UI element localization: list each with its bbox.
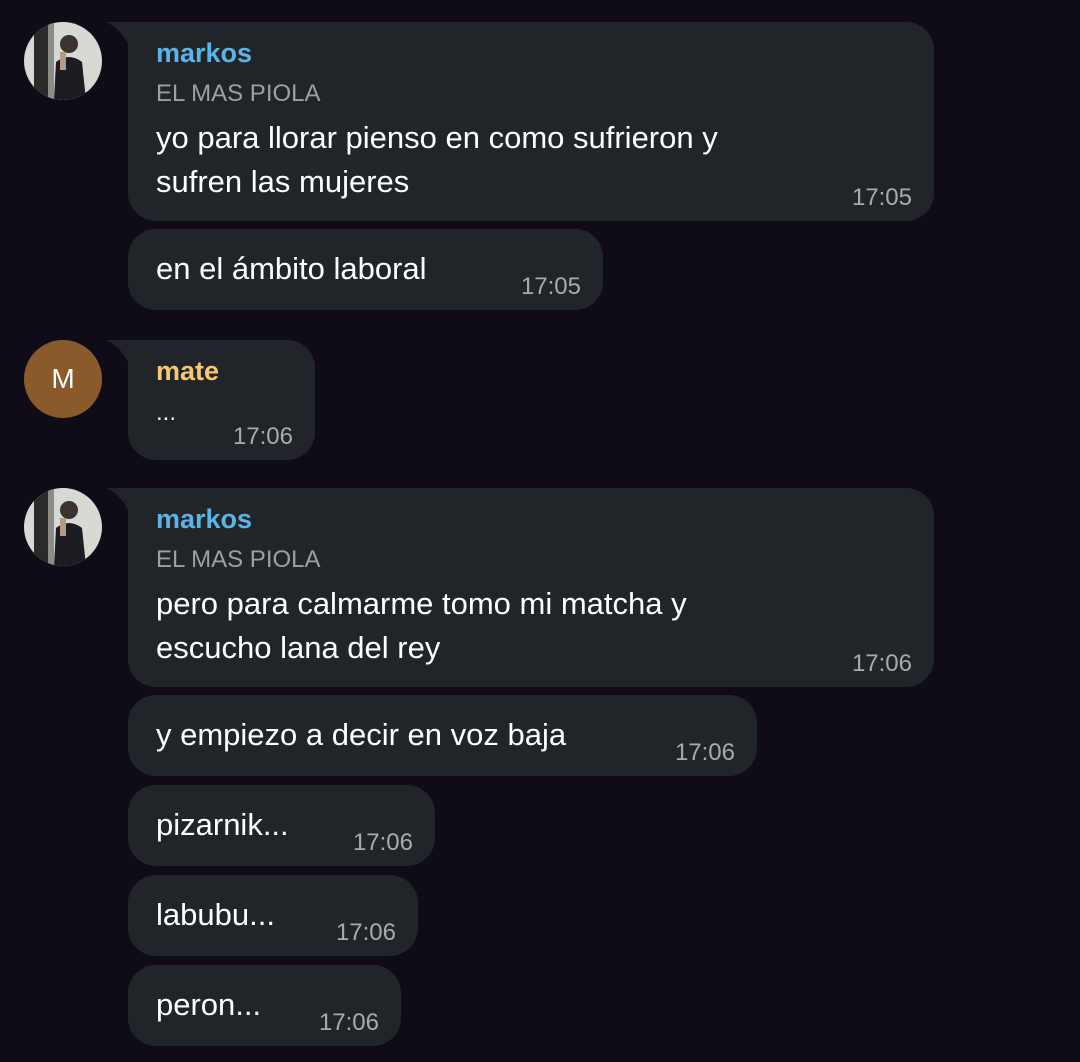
- message-bubble[interactable]: markos EL MAS PIOLA yo para llorar piens…: [106, 22, 934, 221]
- message-time: 17:06: [335, 919, 396, 946]
- message-bubble[interactable]: pizarnik... 17:06: [128, 785, 435, 866]
- message-text: en el ámbito laboral: [156, 251, 427, 286]
- message-time: 17:06: [674, 739, 735, 766]
- message-text: ...: [156, 399, 177, 426]
- message-bubble[interactable]: en el ámbito laboral 17:05: [128, 229, 603, 310]
- chat-area: markos EL MAS PIOLA yo para llorar piens…: [0, 0, 1080, 1062]
- message-bubble[interactable]: mate ... 17:06: [106, 340, 315, 460]
- message-text: pero para calmarme tomo mi matcha y escu…: [156, 586, 687, 665]
- bubble-tail: [106, 22, 128, 44]
- message-text: yo para llorar pienso en como sufrieron …: [156, 120, 718, 199]
- message-time: 17:06: [318, 1009, 379, 1036]
- avatar-initial: M: [51, 363, 75, 394]
- message-text: labubu...: [156, 897, 275, 932]
- avatar-photo-icon: [24, 22, 102, 100]
- avatar-markos[interactable]: [24, 488, 102, 566]
- message-time: 17:06: [232, 423, 293, 450]
- message-text: pizarnik...: [156, 807, 289, 842]
- avatar-markos[interactable]: [24, 22, 102, 100]
- bubble-tail: [106, 488, 128, 510]
- message-bubble[interactable]: labubu... 17:06: [128, 875, 418, 956]
- message-bubble[interactable]: markos EL MAS PIOLA pero para calmarme t…: [106, 488, 934, 687]
- sender-subtitle: EL MAS PIOLA: [156, 80, 321, 107]
- sender-name[interactable]: markos: [156, 504, 252, 535]
- avatar-photo-icon: [24, 488, 102, 566]
- message-time: 17:06: [352, 829, 413, 856]
- avatar-mate[interactable]: M: [24, 340, 102, 418]
- sender-name[interactable]: markos: [156, 38, 252, 69]
- sender-name[interactable]: mate: [156, 356, 219, 387]
- message-time: 17:05: [520, 273, 581, 300]
- message-text: peron...: [156, 987, 262, 1022]
- message-time: 17:06: [851, 650, 912, 677]
- sender-subtitle: EL MAS PIOLA: [156, 546, 321, 573]
- bubble-tail: [106, 340, 128, 362]
- message-text: y empiezo a decir en voz baja: [156, 717, 567, 752]
- message-bubble[interactable]: y empiezo a decir en voz baja 17:06: [128, 695, 757, 776]
- message-bubble[interactable]: peron... 17:06: [128, 965, 401, 1046]
- message-time: 17:05: [851, 184, 912, 211]
